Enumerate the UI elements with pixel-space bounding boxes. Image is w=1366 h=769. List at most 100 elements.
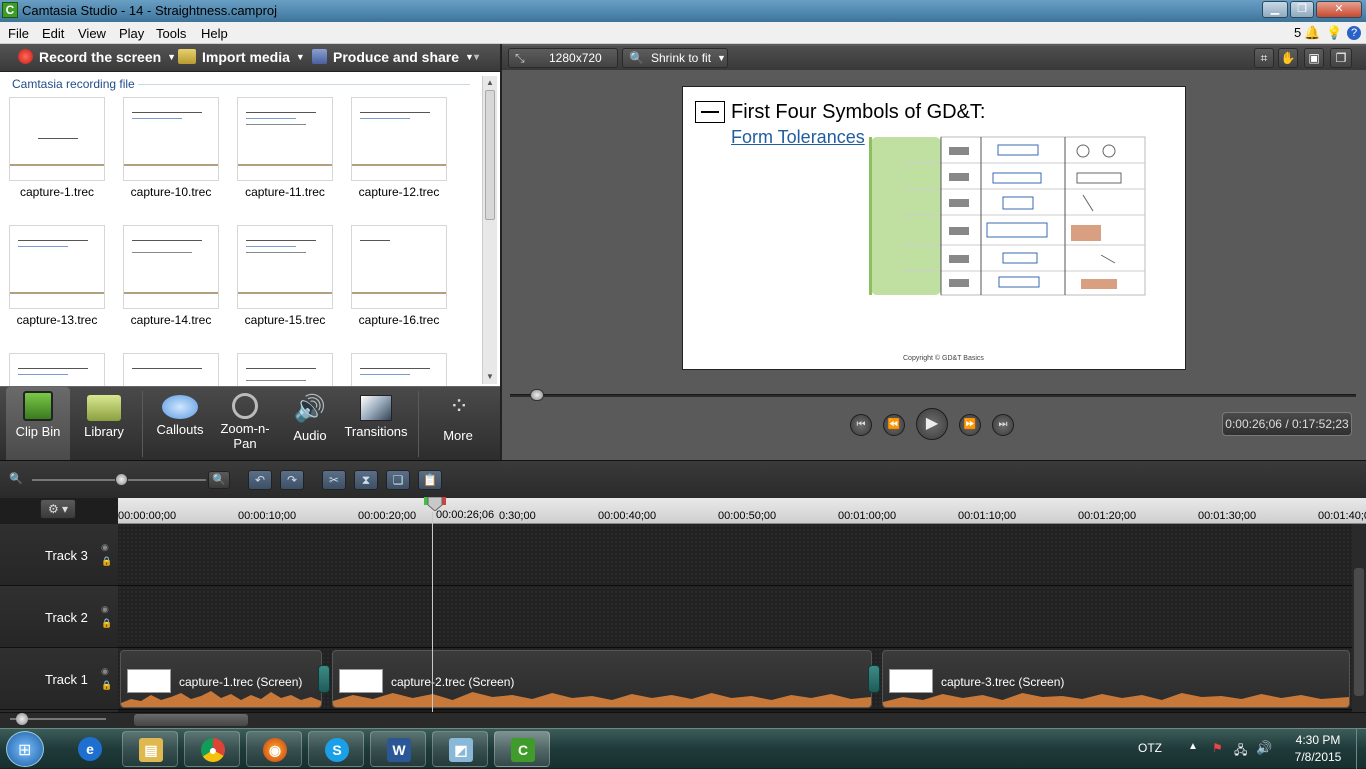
detach-button[interactable]: ❐ [1330, 48, 1352, 68]
import-media-button[interactable]: Import media ▼ [178, 49, 305, 65]
tab-clip-bin[interactable]: Clip Bin [6, 387, 70, 461]
rewind-button[interactable]: ⏪ [883, 414, 905, 436]
maximize-button[interactable]: ❐ [1290, 1, 1314, 18]
taskbar-firefox[interactable]: ◉ [246, 731, 302, 767]
clip-thumbnail[interactable] [351, 97, 447, 181]
action-center-icon[interactable]: ⚑ [1212, 741, 1223, 755]
tab-transitions[interactable]: Transitions [340, 387, 412, 461]
scroll-down-icon[interactable]: ▼ [486, 372, 494, 381]
track-header-3[interactable]: Track 3 ◉ 🔒 [0, 524, 118, 586]
zoom-out-icon[interactable]: 🔍 [9, 472, 23, 485]
clip-thumbnail[interactable] [123, 225, 219, 309]
clip-thumbnail[interactable] [9, 97, 105, 181]
lightbulb-icon[interactable]: 💡 [1326, 25, 1342, 41]
menu-help[interactable]: Help [201, 26, 228, 41]
transition-marker[interactable] [318, 665, 330, 693]
taskbar-app[interactable]: ◩ [432, 731, 488, 767]
redo-button[interactable]: ↷ [280, 470, 304, 490]
clip-label[interactable]: capture-12.trec [344, 185, 454, 199]
fit-mode-dropdown[interactable]: 🔍 Shrink to fit ▼ [622, 48, 728, 68]
track-2-lane[interactable] [118, 586, 1352, 648]
undo-button[interactable]: ↶ [248, 470, 272, 490]
menu-view[interactable]: View [78, 26, 106, 41]
taskbar-skype[interactable]: S [308, 731, 364, 767]
clip-label[interactable]: capture-16.trec [344, 313, 454, 327]
timeline-clip-2[interactable]: capture-2.trec (Screen) [332, 650, 872, 708]
clip-thumbnail[interactable] [237, 97, 333, 181]
toolbar-overflow-icon[interactable]: ▾ [474, 52, 479, 63]
scrubber-knob[interactable] [530, 389, 544, 401]
lock-icon[interactable]: 🔒 [101, 556, 112, 567]
clip-thumbnail[interactable] [9, 225, 105, 309]
produce-share-button[interactable]: Produce and share ▼ [312, 49, 474, 65]
crop-button[interactable]: ⌗ [1254, 48, 1274, 68]
tab-zoom-n-pan[interactable]: Zoom-n-Pan [214, 387, 276, 461]
clip-label[interactable]: capture-14.trec [116, 313, 226, 327]
fast-forward-button[interactable]: ⏩ [959, 414, 981, 436]
eye-icon[interactable]: ◉ [101, 542, 109, 553]
scrollbar-thumb[interactable] [1354, 568, 1364, 696]
minimize-button[interactable]: ▁ [1262, 1, 1288, 18]
menu-edit[interactable]: Edit [42, 26, 64, 41]
show-desktop-button[interactable] [1356, 729, 1366, 769]
timeline-clip-1[interactable]: capture-1.trec (Screen) [120, 650, 322, 708]
preview-scrubber[interactable] [506, 388, 1356, 402]
skip-back-button[interactable]: ⏮ [850, 414, 872, 436]
lock-icon[interactable]: 🔒 [101, 680, 112, 691]
paste-button[interactable]: 📋 [418, 470, 442, 490]
track-header-1[interactable]: Track 1 ◉ 🔒 [0, 648, 118, 710]
camtasia-app-icon[interactable]: C [2, 2, 18, 18]
scrollbar-thumb[interactable] [134, 714, 248, 726]
clip-label[interactable]: capture-13.trec [2, 313, 112, 327]
bell-icon[interactable]: 🔔 [1304, 25, 1320, 41]
preview-canvas[interactable]: First Four Symbols of GD&T: Form Toleran… [682, 86, 1186, 370]
fullscreen-button[interactable]: ▣ [1304, 48, 1324, 68]
pan-button[interactable]: ✋ [1278, 48, 1298, 68]
skip-forward-button[interactable]: ⏭ [992, 414, 1014, 436]
taskbar-chrome[interactable]: ● [184, 731, 240, 767]
clip-thumbnail[interactable] [123, 97, 219, 181]
clip-label[interactable]: capture-11.trec [230, 185, 340, 199]
menu-play[interactable]: Play [119, 26, 144, 41]
start-button[interactable]: ⊞ [6, 731, 44, 767]
clock-time[interactable]: 4:30 PM [1294, 733, 1342, 747]
eye-icon[interactable]: ◉ [101, 666, 109, 677]
network-icon[interactable]: 🖧 [1234, 741, 1247, 762]
scroll-up-icon[interactable]: ▲ [486, 78, 494, 87]
clip-bin-scrollbar[interactable]: ▲ ▼ [482, 76, 497, 384]
tab-library[interactable]: Library [74, 387, 134, 461]
menu-file[interactable]: File [8, 26, 29, 41]
dimensions-dropdown[interactable]: ⤡ 1280x720 [508, 48, 618, 68]
track-3-lane[interactable] [118, 524, 1352, 586]
zoom-slider-knob[interactable] [115, 473, 128, 486]
tab-more[interactable]: ⁘ More [428, 387, 488, 461]
taskbar-ie[interactable]: e [62, 731, 118, 767]
play-button[interactable]: ▶ [916, 408, 948, 440]
track-header-2[interactable]: Track 2 ◉ 🔒 [0, 586, 118, 648]
clip-thumbnail[interactable] [237, 225, 333, 309]
menu-tools[interactable]: Tools [156, 26, 186, 41]
track-height-knob[interactable] [16, 713, 28, 725]
transition-marker[interactable] [868, 665, 880, 693]
lock-icon[interactable]: 🔒 [101, 618, 112, 629]
taskbar-explorer[interactable]: ▤ [122, 731, 178, 767]
clock-date[interactable]: 7/8/2015 [1292, 750, 1344, 764]
clip-label[interactable]: capture-15.trec [230, 313, 340, 327]
taskbar-word[interactable]: W [370, 731, 426, 767]
tab-callouts[interactable]: Callouts [150, 387, 210, 461]
clip-thumbnail[interactable] [351, 225, 447, 309]
scrollbar-thumb[interactable] [485, 90, 495, 220]
track-1-lane[interactable]: capture-1.trec (Screen) capture-2.trec (… [118, 648, 1352, 710]
clip-label[interactable]: capture-10.trec [116, 185, 226, 199]
scrubber-track[interactable] [510, 394, 1356, 397]
record-screen-button[interactable]: Record the screen ▼ [18, 49, 176, 65]
cut-button[interactable]: ✂ [322, 470, 346, 490]
timeline-clip-3[interactable]: capture-3.trec (Screen) [882, 650, 1350, 708]
zoom-in-button[interactable]: 🔍 [208, 471, 230, 489]
show-hidden-icons[interactable]: ▲ [1188, 741, 1198, 752]
timeline-vertical-scrollbar[interactable] [1352, 524, 1366, 712]
timeline-settings-button[interactable]: ⚙ ▾ [40, 499, 76, 519]
close-button[interactable]: ✕ [1316, 1, 1362, 18]
copy-button[interactable]: ❏ [386, 470, 410, 490]
help-icon[interactable]: ? [1347, 26, 1361, 40]
